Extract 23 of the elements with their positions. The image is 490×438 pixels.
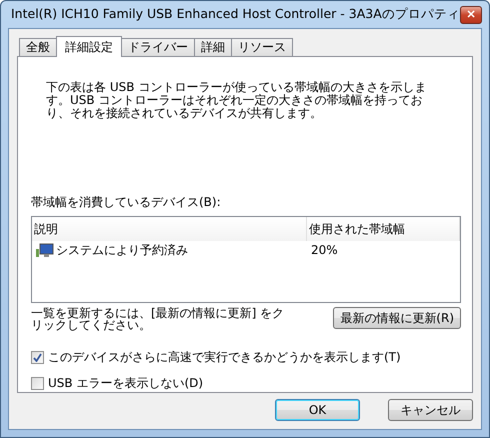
refresh-button[interactable]: 最新の情報に更新(R) — [333, 307, 461, 329]
check-icon — [33, 353, 42, 362]
column-header[interactable]: 説明 — [32, 217, 307, 242]
checkbox[interactable] — [31, 351, 44, 364]
checkbox-label: このデバイスがさらに高速で実行できるかどうかを表示します(T) — [48, 349, 401, 366]
refresh-hint: 一覧を更新するには、[最新の情報に更新] をクリックしてください。 — [31, 307, 286, 331]
dialog-button[interactable]: キャンセル — [388, 399, 473, 421]
tab[interactable]: 詳細設定 — [56, 36, 122, 57]
tab[interactable]: リソース — [231, 38, 293, 56]
column-header[interactable]: 使用された帯域幅 — [307, 217, 460, 242]
checkbox-label: USB エラーを表示しない(D) — [48, 375, 204, 392]
table-cell: システムにより予約済み — [32, 241, 307, 260]
checkbox[interactable] — [31, 377, 44, 390]
tab[interactable]: ドライバー — [121, 38, 195, 56]
window-title: Intel(R) ICH10 Family USB Enhanced Host Controller - 3A3Aのプロパティ — [10, 6, 460, 23]
table-cell-text: 20% — [310, 242, 339, 260]
dialog-button[interactable]: OK — [275, 399, 360, 421]
devices-label: 帯域幅を消費しているデバイス(B): — [31, 194, 222, 212]
close-button[interactable]: ✕ — [460, 6, 482, 24]
description-text: 下の表は各 USB コントローラーが使っている帯域幅の大きさを示します。USB コントローラーはそれぞれ一定の大きさの帯域幅を持っており、それを接続されているデバイスが共有します。 — [46, 81, 428, 122]
computer-icon — [36, 242, 54, 258]
tab[interactable]: 詳細 — [194, 38, 232, 56]
tab[interactable]: 全般 — [19, 38, 57, 56]
